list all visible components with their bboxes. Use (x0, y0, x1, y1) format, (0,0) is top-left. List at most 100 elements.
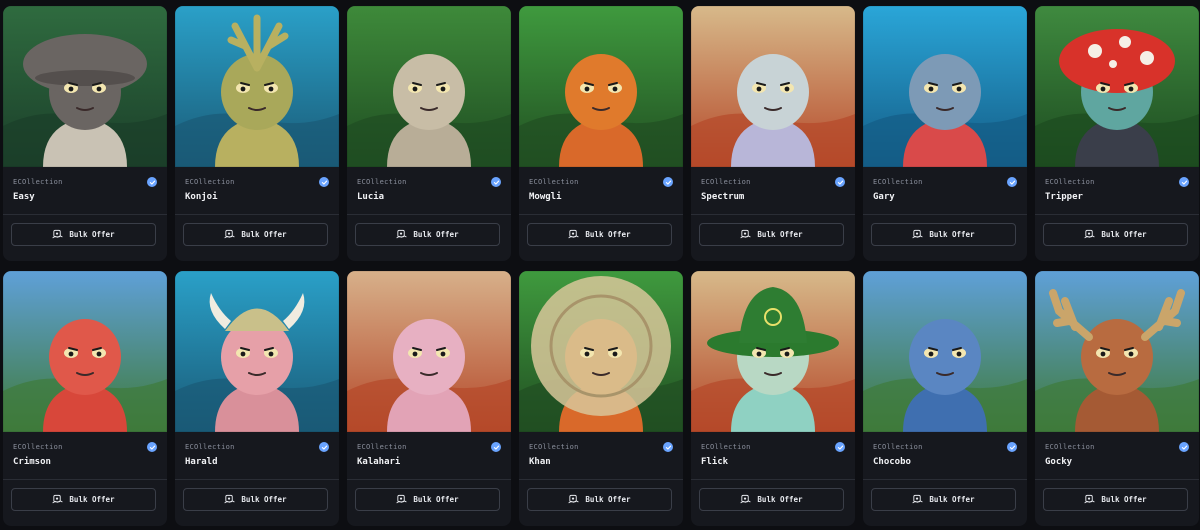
verified-check-icon (1179, 177, 1189, 187)
collection-name: ECOllection (1045, 443, 1095, 451)
nft-image[interactable] (863, 6, 1027, 167)
nft-image[interactable] (863, 271, 1027, 432)
verified-check-icon (1179, 442, 1189, 452)
bulk-offer-button[interactable]: Bulk Offer (699, 223, 844, 246)
nft-image[interactable] (519, 271, 683, 432)
offer-hand-icon (740, 494, 751, 504)
bulk-offer-button[interactable]: Bulk Offer (183, 488, 328, 511)
bulk-offer-button[interactable]: Bulk Offer (183, 223, 328, 246)
verified-check-icon (1007, 177, 1017, 187)
nft-image[interactable] (1035, 271, 1199, 432)
verified-check-icon (835, 442, 845, 452)
nft-card-flick[interactable]: ECOllection Flick Bulk Offer (691, 271, 855, 526)
offer-hand-icon (396, 494, 407, 504)
nft-image[interactable] (175, 6, 339, 167)
nft-image[interactable] (691, 271, 855, 432)
bulk-offer-label: Bulk Offer (1101, 230, 1147, 239)
nft-image[interactable] (519, 6, 683, 167)
verified-check-icon (319, 177, 329, 187)
nft-image[interactable] (691, 6, 855, 167)
card-meta: ECOllection Flick (691, 432, 855, 480)
nft-card-lucia[interactable]: ECOllection Lucia Bulk Offer (347, 6, 511, 261)
offer-hand-icon (224, 229, 235, 239)
bulk-offer-button[interactable]: Bulk Offer (527, 223, 672, 246)
nft-image[interactable] (347, 271, 511, 432)
nft-card-konjoi[interactable]: ECOllection Konjoi Bulk Offer (175, 6, 339, 261)
card-meta: ECOllection Crimson (3, 432, 167, 480)
nft-card-mowgli[interactable]: ECOllection Mowgli Bulk Offer (519, 6, 683, 261)
verified-check-icon (663, 442, 673, 452)
nft-image[interactable] (3, 6, 167, 167)
card-meta: ECOllection Khan (519, 432, 683, 480)
collection-name: ECOllection (13, 178, 63, 186)
collection-name: ECOllection (357, 178, 407, 186)
bulk-offer-label: Bulk Offer (69, 495, 115, 504)
nft-name: Gary (873, 192, 895, 202)
card-meta: ECOllection Konjoi (175, 167, 339, 215)
bulk-offer-button[interactable]: Bulk Offer (1043, 223, 1188, 246)
bulk-offer-label: Bulk Offer (69, 230, 115, 239)
nft-name: Lucia (357, 192, 385, 202)
verified-check-icon (663, 177, 673, 187)
nft-card-harald[interactable]: ECOllection Harald Bulk Offer (175, 271, 339, 526)
bulk-offer-button[interactable]: Bulk Offer (11, 488, 156, 511)
card-meta: ECOllection Harald (175, 432, 339, 480)
collection-name: ECOllection (357, 443, 407, 451)
verified-check-icon (319, 442, 329, 452)
nft-image[interactable] (3, 271, 167, 432)
nft-name: Mowgli (529, 192, 562, 202)
nft-card-chocobo[interactable]: ECOllection Chocobo Bulk Offer (863, 271, 1027, 526)
nft-name: Konjoi (185, 192, 218, 202)
collection-name: ECOllection (701, 178, 751, 186)
collection-name: ECOllection (1045, 178, 1095, 186)
nft-card-gary[interactable]: ECOllection Gary Bulk Offer (863, 6, 1027, 261)
nft-image[interactable] (1035, 6, 1199, 167)
nft-card-crimson[interactable]: ECOllection Crimson Bulk Offer (3, 271, 167, 526)
nft-name: Chocobo (873, 457, 911, 467)
nft-name: Tripper (1045, 192, 1083, 202)
nft-card-gocky[interactable]: ECOllection Gocky Bulk Offer (1035, 271, 1199, 526)
nft-name: Gocky (1045, 457, 1073, 467)
bulk-offer-label: Bulk Offer (585, 230, 631, 239)
bulk-offer-button[interactable]: Bulk Offer (355, 223, 500, 246)
bulk-offer-label: Bulk Offer (929, 495, 975, 504)
bulk-offer-button[interactable]: Bulk Offer (355, 488, 500, 511)
card-meta: ECOllection Lucia (347, 167, 511, 215)
bulk-offer-button[interactable]: Bulk Offer (871, 223, 1016, 246)
collection-name: ECOllection (13, 443, 63, 451)
bulk-offer-button[interactable]: Bulk Offer (1043, 488, 1188, 511)
collection-name: ECOllection (873, 178, 923, 186)
bulk-offer-button[interactable]: Bulk Offer (871, 488, 1016, 511)
bulk-offer-button[interactable]: Bulk Offer (527, 488, 672, 511)
collection-name: ECOllection (701, 443, 751, 451)
nft-card-kalahari[interactable]: ECOllection Kalahari Bulk Offer (347, 271, 511, 526)
collection-name: ECOllection (529, 443, 579, 451)
nft-card-easy[interactable]: ECOllection Easy Bulk Offer (3, 6, 167, 261)
nft-card-tripper[interactable]: ECOllection Tripper Bulk Offer (1035, 6, 1199, 261)
bulk-offer-label: Bulk Offer (757, 230, 803, 239)
verified-check-icon (1007, 442, 1017, 452)
offer-hand-icon (52, 229, 63, 239)
card-meta: ECOllection Kalahari (347, 432, 511, 480)
card-meta: ECOllection Mowgli (519, 167, 683, 215)
bulk-offer-label: Bulk Offer (757, 495, 803, 504)
nft-image[interactable] (347, 6, 511, 167)
collection-name: ECOllection (185, 178, 235, 186)
bulk-offer-button[interactable]: Bulk Offer (11, 223, 156, 246)
verified-check-icon (835, 177, 845, 187)
collection-name: ECOllection (873, 443, 923, 451)
nft-name: Kalahari (357, 457, 401, 467)
bulk-offer-label: Bulk Offer (1101, 495, 1147, 504)
verified-check-icon (491, 442, 501, 452)
nft-image[interactable] (175, 271, 339, 432)
bulk-offer-button[interactable]: Bulk Offer (699, 488, 844, 511)
nft-card-khan[interactable]: ECOllection Khan Bulk Offer (519, 271, 683, 526)
offer-hand-icon (1084, 229, 1095, 239)
nft-card-spectrum[interactable]: ECOllection Spectrum Bulk Offer (691, 6, 855, 261)
offer-hand-icon (568, 494, 579, 504)
card-meta: ECOllection Tripper (1035, 167, 1199, 215)
card-meta: ECOllection Easy (3, 167, 167, 215)
offer-hand-icon (912, 229, 923, 239)
offer-hand-icon (568, 229, 579, 239)
verified-check-icon (491, 177, 501, 187)
